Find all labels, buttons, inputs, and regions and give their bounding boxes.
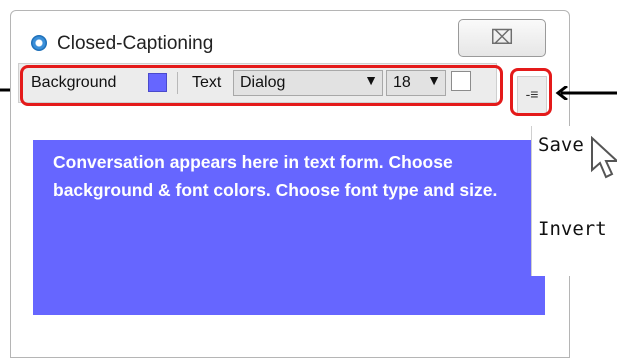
close-button[interactable]: ⌧ [458,19,546,57]
caption-display: Conversation appears here in text form. … [33,140,545,315]
menu-button[interactable]: -≡ [517,76,547,114]
menu-item-invert[interactable]: Invert [538,218,607,240]
text-color-checkbox[interactable] [451,71,471,91]
window-title: Closed-Captioning [57,33,214,54]
font-family-select[interactable]: Dialog ▼ [233,70,383,96]
font-family-value: Dialog [240,74,286,91]
chevron-down-icon: ▼ [364,72,378,88]
background-color-swatch[interactable] [148,73,167,92]
font-size-select[interactable]: 18 ▼ [386,70,446,96]
arrow-left-icon [555,86,617,100]
caption-toolbar: Background Text Dialog ▼ 18 ▼ [18,63,497,103]
menu-item-save[interactable]: Save [538,134,584,156]
text-label: Text [192,74,222,91]
mouse-pointer-icon [591,136,617,179]
app-icon [31,35,47,51]
chevron-down-icon: ▼ [427,72,441,88]
background-label: Background [31,74,117,91]
caption-text: Conversation appears here in text form. … [53,152,498,200]
font-size-value: 18 [393,74,411,91]
toolbar-separator [177,72,178,94]
